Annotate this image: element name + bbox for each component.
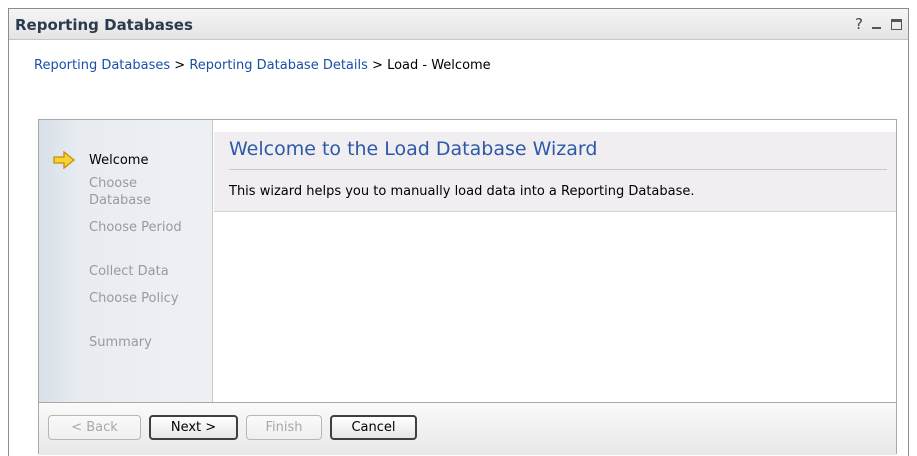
wizard-panel: Welcome Choose Database Choose Period Co… (38, 119, 897, 455)
finish-button[interactable]: Finish (246, 415, 322, 440)
next-button[interactable]: Next > (149, 415, 238, 440)
wizard-step-choose-policy: Choose Policy (89, 291, 179, 306)
breadcrumb: Reporting Databases > Reporting Database… (34, 58, 491, 73)
wizard-content: Welcome to the Load Database Wizard This… (214, 120, 896, 402)
wizard-step-choose-database: Choose Database (89, 176, 152, 208)
wizard-step-choose-period: Choose Period (89, 220, 182, 235)
wizard-header: Welcome to the Load Database Wizard This… (214, 132, 896, 212)
maximize-icon[interactable] (891, 19, 902, 30)
cancel-button[interactable]: Cancel (330, 415, 417, 440)
wizard-button-bar: < Back Next > Finish Cancel (39, 402, 896, 455)
portlet-window: Reporting Databases ? Reporting Database… (8, 8, 909, 456)
minimize-icon[interactable] (872, 17, 882, 31)
current-step-arrow-icon (53, 151, 75, 169)
portlet-controls: ? (855, 15, 902, 33)
help-icon[interactable]: ? (855, 15, 863, 33)
wizard-description: This wizard helps you to manually load d… (229, 184, 695, 199)
breadcrumb-link-reporting-databases[interactable]: Reporting Databases (34, 58, 170, 73)
wizard-step-collect-data: Collect Data (89, 264, 169, 279)
wizard-step-summary: Summary (89, 335, 152, 350)
portlet-title: Reporting Databases (15, 16, 193, 34)
wizard-steps: Welcome Choose Database Choose Period Co… (39, 120, 213, 402)
wizard-title-divider (229, 169, 887, 170)
breadcrumb-link-reporting-database-details[interactable]: Reporting Database Details (189, 58, 368, 73)
portlet-titlebar: Reporting Databases ? (9, 9, 908, 40)
back-button[interactable]: < Back (48, 415, 141, 440)
breadcrumb-current: Load - Welcome (387, 58, 491, 73)
wizard-step-welcome: Welcome (89, 153, 149, 168)
breadcrumb-separator: > (174, 58, 186, 73)
breadcrumb-separator: > (372, 58, 383, 73)
wizard-title: Welcome to the Load Database Wizard (229, 138, 598, 160)
